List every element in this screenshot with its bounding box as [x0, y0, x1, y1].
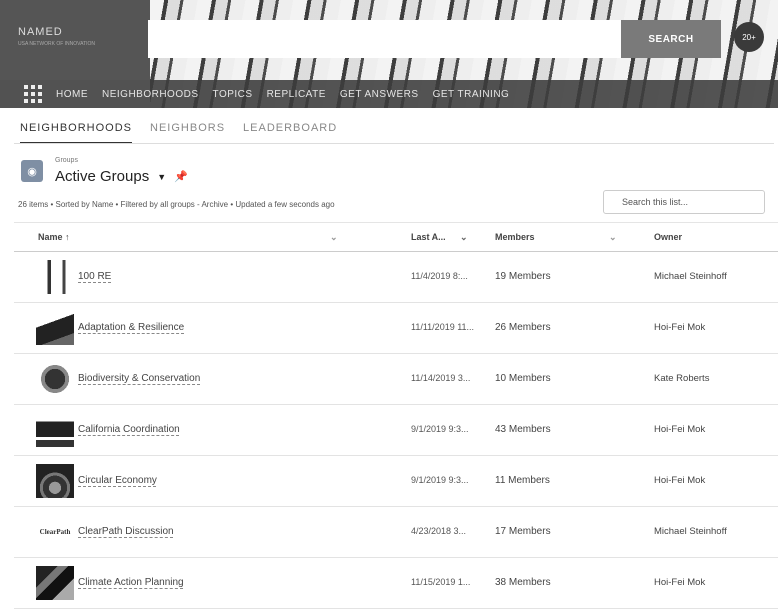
table-row[interactable]: 100 RE 11/4/2019 8:... 19 Members Michae… [14, 251, 778, 303]
object-label: Groups [55, 157, 78, 164]
search-button[interactable]: SEARCH [621, 20, 721, 58]
pin-icon[interactable]: 📌 [174, 170, 188, 183]
group-thumbnail [36, 311, 74, 345]
list-view-title[interactable]: Active Groups ▼ 📌 [55, 168, 188, 185]
column-last-activity[interactable]: Last A... [411, 232, 446, 242]
owner-name[interactable]: Hoi-Fei Mok [654, 475, 705, 486]
member-count: 19 Members [495, 271, 551, 282]
group-name-link[interactable]: ClearPath Discussion [78, 526, 174, 537]
list-view-name: Active Groups [55, 168, 150, 185]
column-members[interactable]: Members [495, 232, 535, 242]
header-banner: NAMED USA NETWORK OF INNOVATION SEARCH 2… [0, 0, 778, 108]
owner-name[interactable]: Michael Steinhoff [654, 271, 727, 282]
nav-get-answers[interactable]: GET ANSWERS [340, 89, 419, 100]
chevron-down-icon[interactable]: ▼ [157, 172, 166, 182]
global-search-input[interactable] [148, 20, 621, 58]
nav-replicate[interactable]: REPLICATE [267, 89, 326, 100]
tab-neighbors[interactable]: NEIGHBORS [150, 122, 225, 144]
search-list-input[interactable]: Search this list... [603, 190, 765, 214]
group-name-link[interactable]: California Coordination [78, 424, 180, 435]
group-thumbnail [36, 413, 74, 447]
table-row[interactable]: Biodiversity & Conservation 11/14/2019 3… [14, 353, 778, 405]
column-owner[interactable]: Owner [654, 232, 682, 242]
last-activity: 4/23/2018 3... [411, 526, 467, 536]
group-name-link[interactable]: Adaptation & Resilience [78, 322, 184, 333]
member-count: 10 Members [495, 373, 551, 384]
member-count: 11 Members [495, 475, 550, 486]
member-count: 43 Members [495, 424, 551, 435]
member-count: 17 Members [495, 526, 551, 537]
table-row[interactable]: ClearPath ClearPath Discussion 4/23/2018… [14, 506, 778, 558]
owner-name[interactable]: Kate Roberts [654, 373, 709, 384]
tab-leaderboard[interactable]: LEADERBOARD [243, 122, 337, 144]
site-logo[interactable]: NAMED USA NETWORK OF INNOVATION [18, 26, 95, 47]
logo-tagline: USA NETWORK OF INNOVATION [18, 41, 96, 47]
last-activity: 11/14/2019 3... [411, 373, 471, 383]
table-row[interactable]: California Coordination 9/1/2019 9:3... … [14, 404, 778, 456]
table-row[interactable]: Circular Economy 9/1/2019 9:3... 11 Memb… [14, 455, 778, 507]
last-activity: 9/1/2019 9:3... [411, 424, 469, 434]
column-last-menu-icon[interactable]: ⌄ [460, 232, 468, 243]
nav-neighborhoods[interactable]: NEIGHBORHOODS [102, 89, 199, 100]
group-thumbnail [36, 362, 74, 396]
group-name-link[interactable]: Climate Action Planning [78, 577, 184, 588]
group-name-link[interactable]: Biodiversity & Conservation [78, 373, 200, 384]
column-name[interactable]: Name ↑ [38, 232, 70, 242]
group-thumbnail [36, 566, 74, 600]
group-thumbnail: ClearPath [36, 515, 74, 549]
nav-home[interactable]: HOME [56, 89, 88, 100]
owner-name[interactable]: Hoi-Fei Mok [654, 322, 705, 333]
table-header: Name ↑ ⌄ Last A... ⌄ Members ⌄ Owner [14, 222, 778, 252]
owner-name[interactable]: Hoi-Fei Mok [654, 577, 705, 588]
logo-text: NAMED [18, 26, 63, 38]
member-count: 38 Members [495, 577, 551, 588]
nav-get-training[interactable]: GET TRAINING [433, 89, 510, 100]
main-nav: HOME NEIGHBORHOODS TOPICS REPLICATE GET … [0, 80, 778, 108]
groups-icon: ◉ [21, 160, 43, 182]
nav-topics[interactable]: TOPICS [213, 89, 253, 100]
section-tabs: NEIGHBORHOODS NEIGHBORS LEADERBOARD [20, 122, 337, 144]
column-members-menu-icon[interactable]: ⌄ [609, 232, 617, 243]
group-name-link[interactable]: Circular Economy [78, 475, 157, 486]
last-activity: 9/1/2019 9:3... [411, 475, 469, 485]
group-name-link[interactable]: 100 RE [78, 271, 111, 282]
tab-neighborhoods[interactable]: NEIGHBORHOODS [20, 122, 133, 144]
last-activity: 11/4/2019 8:... [411, 271, 468, 281]
last-activity: 11/11/2019 11... [411, 322, 475, 332]
table-row[interactable]: Climate Action Planning 11/15/2019 1... … [14, 557, 778, 609]
column-name-menu-icon[interactable]: ⌄ [330, 232, 338, 243]
table-row[interactable]: Adaptation & Resilience 11/11/2019 11...… [14, 302, 778, 354]
tabs-divider [14, 143, 774, 144]
notification-badge[interactable]: 20+ [734, 22, 764, 52]
member-count: 26 Members [495, 322, 551, 333]
list-meta: 26 items • Sorted by Name • Filtered by … [18, 200, 335, 209]
group-thumbnail [36, 464, 74, 498]
last-activity: 11/15/2019 1... [411, 577, 471, 587]
owner-name[interactable]: Hoi-Fei Mok [654, 424, 705, 435]
group-thumbnail [36, 260, 74, 294]
app-launcher-icon[interactable] [24, 85, 42, 103]
owner-name[interactable]: Michael Steinhoff [654, 526, 727, 537]
